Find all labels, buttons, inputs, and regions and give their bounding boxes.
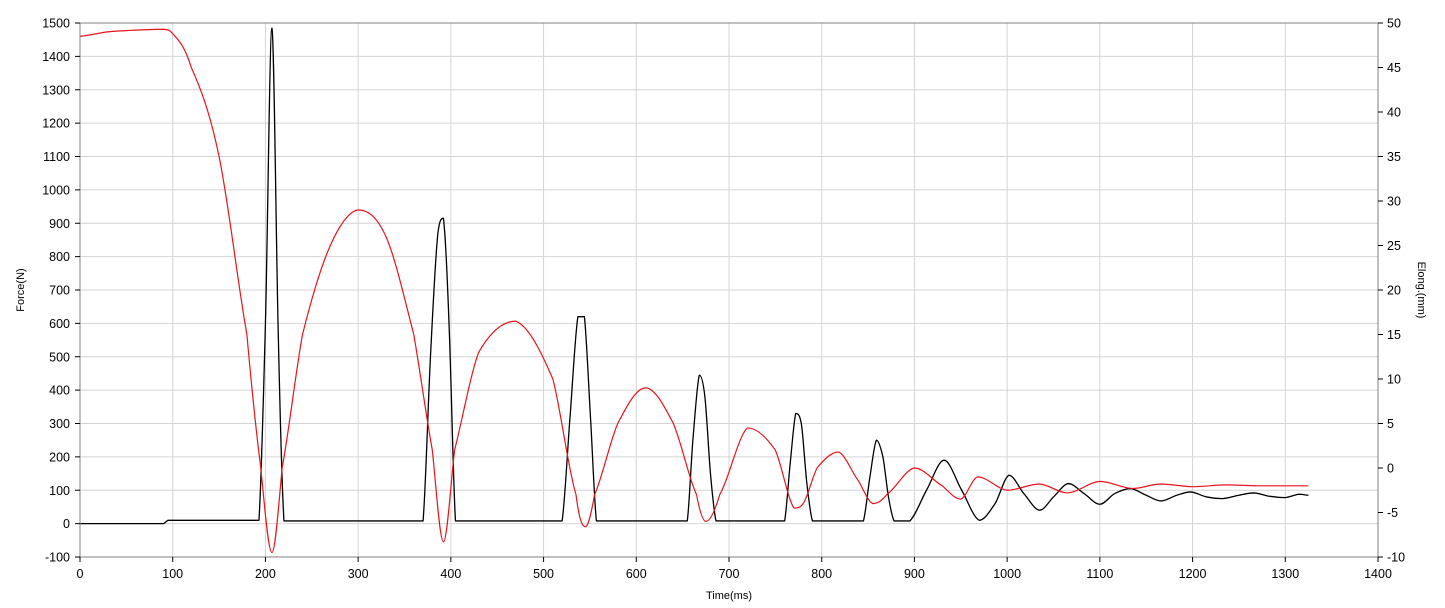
left-y-tick-label: 1200	[42, 117, 70, 131]
right-y-tick-label: 40	[1387, 106, 1401, 120]
left-y-tick-label: 500	[49, 350, 70, 364]
x-axis-title: Time(ms)	[706, 590, 752, 602]
x-tick-label: 1200	[1179, 567, 1207, 581]
left-y-tick-label: 1000	[42, 183, 70, 197]
x-tick-label: 100	[162, 567, 183, 581]
x-tick-label: 200	[255, 567, 276, 581]
x-tick-label: 600	[626, 567, 647, 581]
right-y-tick-label: -5	[1387, 506, 1398, 520]
right-y-tick-label: 10	[1387, 373, 1401, 387]
left-y-tick-label: 1500	[42, 17, 70, 31]
right-y-tick-label: 35	[1387, 150, 1401, 164]
left-y-tick-label: 200	[49, 450, 70, 464]
right-y-tick-label: 15	[1387, 328, 1401, 342]
left-y-tick-label: 700	[49, 284, 70, 298]
left-y-tick-label: 800	[49, 250, 70, 264]
right-y-tick-label: -10	[1387, 551, 1405, 565]
x-tick-label: 300	[348, 567, 369, 581]
right-y-tick-label: 25	[1387, 239, 1401, 253]
x-tick-label: 1300	[1271, 567, 1299, 581]
x-tick-label: 700	[719, 567, 740, 581]
left-y-tick-label: 1400	[42, 50, 70, 64]
left-y-tick-label: 300	[49, 417, 70, 431]
x-tick-label: 1000	[993, 567, 1021, 581]
right-y-tick-label: 0	[1387, 462, 1394, 476]
left-y-tick-label: 900	[49, 217, 70, 231]
right-y-tick-label: 20	[1387, 284, 1401, 298]
right-y-tick-label: 30	[1387, 195, 1401, 209]
left-y-tick-label: 0	[63, 517, 70, 531]
right-y-axis-title: Elong.(mm)	[1415, 262, 1427, 319]
left-y-tick-label: 600	[49, 317, 70, 331]
x-tick-label: 900	[904, 567, 925, 581]
left-y-axis-title: Force(N)	[15, 268, 27, 311]
x-tick-label: 800	[811, 567, 832, 581]
x-tick-label: 400	[440, 567, 461, 581]
dual-axis-line-chart: 0 100 200 300 400 500 600 700 800 900 1000 1100 1200…	[0, 0, 1445, 608]
x-tick-label: 0	[77, 567, 84, 581]
x-tick-label: 1100	[1086, 567, 1113, 581]
left-y-tick-label: 100	[49, 484, 70, 498]
x-tick-label: 1400	[1364, 567, 1392, 581]
left-y-tick-label: 1300	[42, 83, 70, 97]
right-y-tick-label: 5	[1387, 417, 1394, 431]
chart-background	[0, 0, 1445, 608]
right-y-tick-label: 45	[1387, 61, 1401, 75]
x-tick-label: 500	[533, 567, 554, 581]
right-y-tick-label: 50	[1387, 17, 1401, 31]
left-y-tick-label: -100	[45, 551, 70, 565]
left-y-tick-label: 400	[49, 384, 70, 398]
left-y-tick-label: 1100	[43, 150, 70, 164]
